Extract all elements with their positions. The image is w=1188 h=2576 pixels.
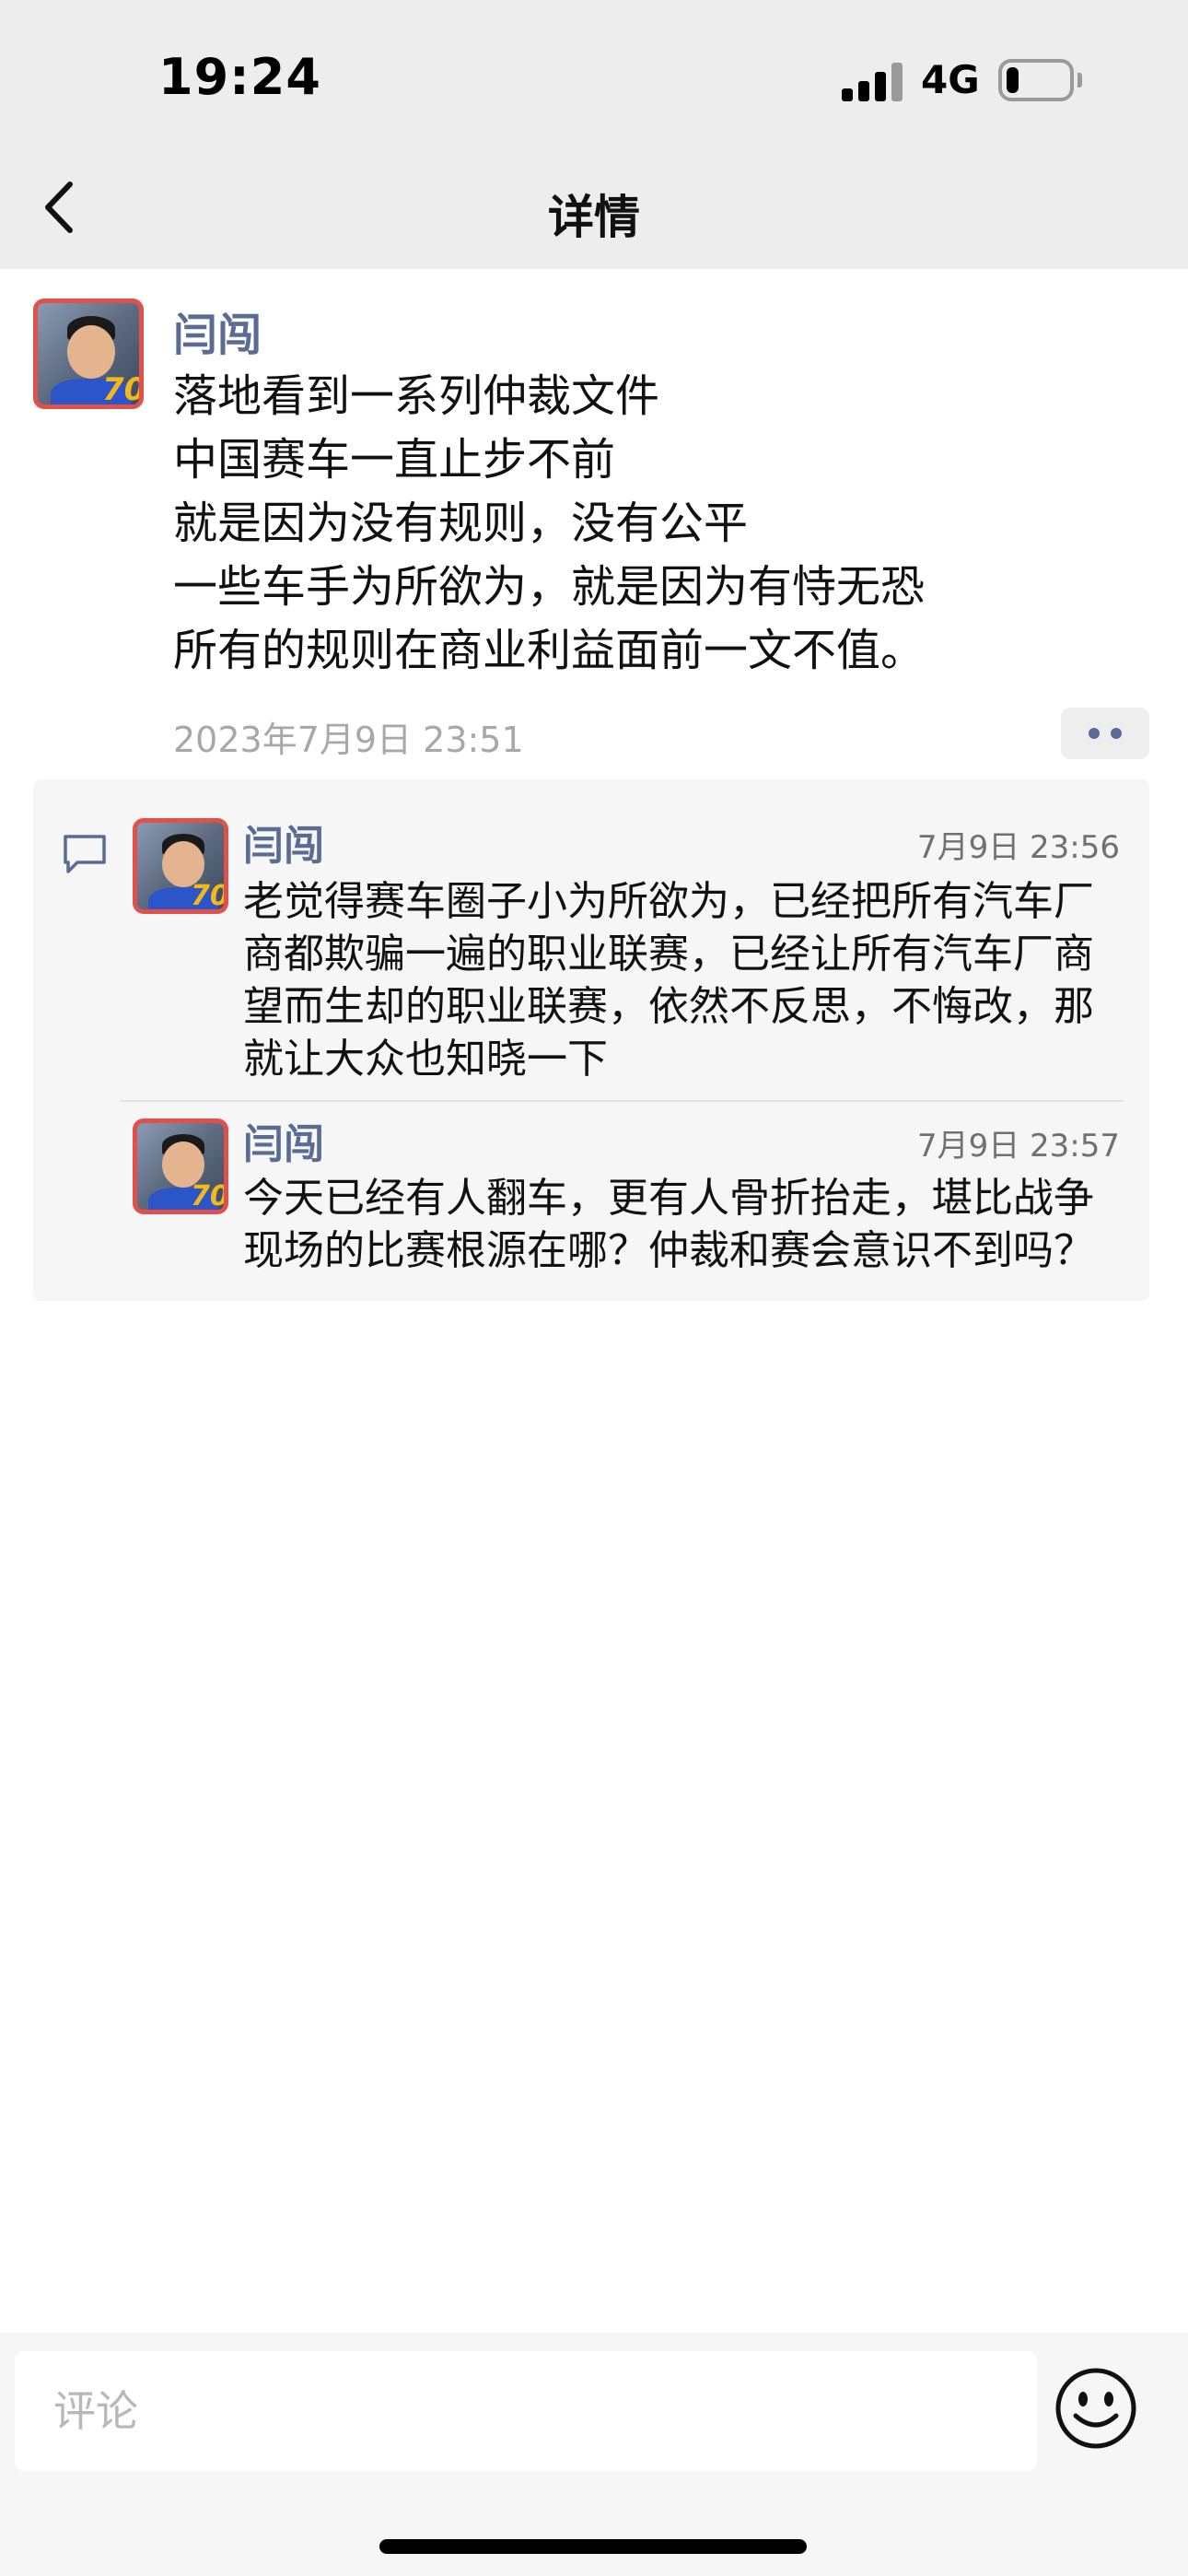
status-time: 19:24 [158,48,321,106]
detail-page: 19:24 4G 详情 70 闫闯 落地看到一系列仲裁文件 中国赛车一直止步不前… [0,0,1188,2576]
comment-divider [120,1100,1124,1102]
more-dots-icon [1089,728,1100,739]
comment-author[interactable]: 闫闯 [243,813,324,872]
comment-bubble-icon [64,835,106,873]
cellular-signal-icon [842,61,903,101]
comment-line: 老觉得赛车圈子小为所欲为，已经把所有汽车厂 [243,878,1094,925]
battery-icon [998,59,1082,101]
comment-author[interactable]: 闫闯 [243,1111,324,1170]
comment-timestamp: 7月9日 23:57 [916,1128,1120,1165]
smile-emoji-icon [1055,2368,1136,2449]
comment-input[interactable] [15,2351,1037,2471]
network-type: 4G [921,57,980,102]
avatar[interactable]: 70 [133,1118,228,1214]
comment-line: 现场的比赛根源在哪？仲裁和赛会意识不到吗？ [243,1227,1094,1274]
comment-line: 今天已经有人翻车，更有人骨折抬走，堪比战争 [243,1175,1094,1222]
post-content: 落地看到一系列仲裁文件 中国赛车一直止步不前 就是因为没有规则，没有公平 一些车… [173,365,1140,683]
more-button[interactable] [1061,708,1149,759]
avatar[interactable]: 70 [33,299,144,409]
comment-line: 商都欺骗一遍的职业联赛，已经让所有汽车厂商 [243,931,1094,978]
comment-content: 老觉得赛车圈子小为所欲为，已经把所有汽车厂 商都欺骗一遍的职业联赛，已经让所有汽… [243,875,1136,1085]
header: 19:24 4G 详情 [0,0,1188,269]
post-line: 中国赛车一直止步不前 [173,434,616,486]
post-line: 就是因为没有规则，没有公平 [173,498,749,549]
comment-line: 望而生却的职业联赛，依然不反思，不悔改，那 [243,983,1094,1030]
post-line: 落地看到一系列仲裁文件 [173,370,660,422]
avatar[interactable]: 70 [133,818,228,914]
post-line: 一些车手为所欲为，就是因为有恃无恐 [173,561,926,613]
home-indicator [379,2539,807,2554]
comment-line: 就让大众也知晓一下 [243,1036,608,1083]
post-timestamp: 2023年7月9日 23:51 [173,720,524,760]
emoji-button[interactable] [1054,2366,1138,2451]
comment-timestamp: 7月9日 23:56 [916,829,1120,866]
page-title: 详情 [548,191,640,244]
post-line: 所有的规则在商业利益面前一文不值。 [173,625,926,676]
comment-content: 今天已经有人翻车，更有人骨折抬走，堪比战争 现场的比赛根源在哪？仲裁和赛会意识不… [243,1172,1136,1277]
post-author[interactable]: 闫闯 [173,299,262,363]
